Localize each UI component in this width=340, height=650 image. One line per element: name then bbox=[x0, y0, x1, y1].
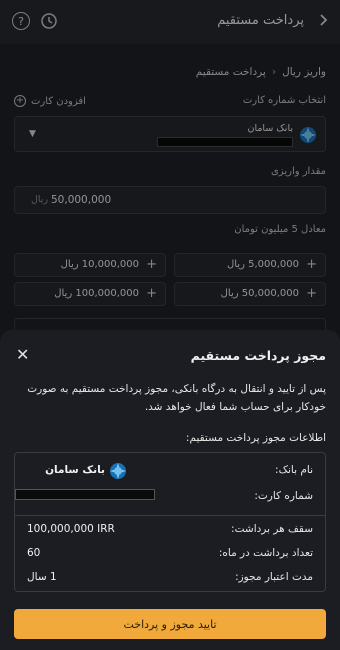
count-label: تعداد برداشت در ماه: bbox=[218, 547, 313, 559]
masked-card-number bbox=[15, 489, 155, 500]
limit-value: 100,000,000 IRR bbox=[27, 523, 115, 535]
close-icon[interactable]: ✕ bbox=[16, 345, 29, 364]
divider bbox=[15, 515, 325, 516]
validity-value: 1 سال bbox=[27, 571, 57, 583]
limit-label: سقف هر برداشت: bbox=[231, 523, 313, 535]
sheet-description: پس از تایید و انتقال به درگاه بانکی، مجو… bbox=[27, 383, 326, 413]
sheet-title: مجوز پرداخت مستقیم bbox=[190, 348, 326, 363]
card-label: شماره کارت: bbox=[254, 490, 313, 502]
confirm-mandate-button[interactable]: تایید مجوز و پرداخت bbox=[14, 609, 326, 639]
saman-bank-logo-icon bbox=[109, 462, 127, 480]
validity-label: مدت اعتبار مجوز: bbox=[235, 571, 313, 583]
mandate-info-box: نام بانک: بانک سامان شماره کارت: سقف هر … bbox=[14, 452, 326, 592]
count-value: 60 bbox=[27, 547, 41, 559]
direct-payment-sheet: مجوز پرداخت مستقیم ✕ پس از تایید و انتقا… bbox=[0, 330, 340, 650]
bank-value: بانک سامان bbox=[45, 464, 105, 476]
info-title: اطلاعات مجوز پرداخت مستقیم: bbox=[185, 432, 326, 444]
bank-label: نام بانک: bbox=[275, 464, 313, 476]
